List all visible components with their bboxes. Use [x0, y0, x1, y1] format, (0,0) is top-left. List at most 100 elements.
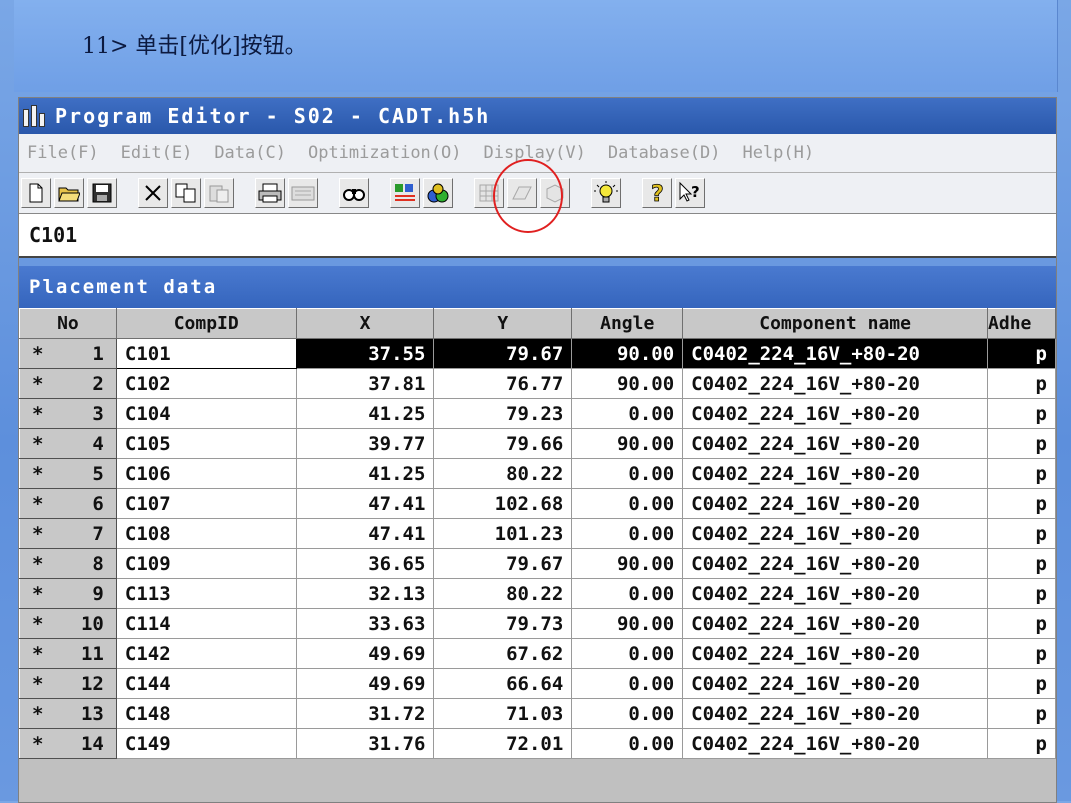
- angle-cell[interactable]: 0.00: [571, 698, 684, 729]
- y-cell[interactable]: 80.22: [433, 458, 573, 489]
- x-cell[interactable]: 31.76: [295, 728, 435, 759]
- table-row[interactable]: * 2 C102 37.81 76.77 90.00 C0402_224_16V_+80-2…: [19, 368, 1056, 399]
- compid-cell[interactable]: C106: [115, 458, 297, 489]
- adhesive-cell[interactable]: p: [987, 638, 1056, 669]
- x-cell[interactable]: 49.69: [295, 638, 435, 669]
- x-cell[interactable]: 32.13: [295, 578, 435, 609]
- angle-cell[interactable]: 0.00: [571, 728, 684, 759]
- compid-cell[interactable]: C142: [115, 638, 297, 669]
- component-name-cell[interactable]: C0402_224_16V_+80-20: [682, 368, 989, 399]
- row-number-cell[interactable]: * 5: [19, 458, 117, 489]
- compid-cell[interactable]: C109: [115, 548, 297, 579]
- angle-cell[interactable]: 90.00: [571, 428, 684, 459]
- adhesive-cell[interactable]: p: [987, 728, 1056, 759]
- menu-help[interactable]: Help(H): [742, 143, 814, 163]
- row-number-cell[interactable]: * 13: [19, 698, 117, 729]
- y-cell[interactable]: 102.68: [433, 488, 573, 519]
- angle-cell[interactable]: 0.00: [571, 638, 684, 669]
- optimize-icon[interactable]: [423, 178, 453, 208]
- adhesive-cell[interactable]: p: [987, 428, 1056, 459]
- component-name-cell[interactable]: C0402_224_16V_+80-20: [682, 608, 989, 639]
- optimize-layers-icon[interactable]: [390, 178, 420, 208]
- y-cell[interactable]: 79.66: [433, 428, 573, 459]
- table-row[interactable]: * 4 C105 39.77 79.66 90.00 C0402_224_16V_+80-2…: [19, 428, 1056, 459]
- compid-cell[interactable]: C105: [115, 428, 297, 459]
- y-cell[interactable]: 79.67: [433, 338, 573, 369]
- x-cell[interactable]: 47.41: [295, 518, 435, 549]
- x-cell[interactable]: 36.65: [295, 548, 435, 579]
- adhesive-cell[interactable]: p: [987, 368, 1056, 399]
- row-number-cell[interactable]: * 4: [19, 428, 117, 459]
- lightbulb-icon[interactable]: [591, 178, 621, 208]
- table-row[interactable]: * 1 C101 37.55 79.67 90.00 C0402_224_16V_+80-2…: [19, 338, 1056, 369]
- angle-cell[interactable]: 90.00: [571, 608, 684, 639]
- row-number-cell[interactable]: * 3: [19, 398, 117, 429]
- row-number-cell[interactable]: * 2: [19, 368, 117, 399]
- compid-cell[interactable]: C144: [115, 668, 297, 699]
- table-row[interactable]: * 9 C113 32.13 80.22 0.00 C0402_224_16V_+80-20…: [19, 578, 1056, 609]
- row-number-cell[interactable]: * 6: [19, 488, 117, 519]
- copy-icon[interactable]: [171, 178, 201, 208]
- context-help-icon[interactable]: ?: [675, 178, 705, 208]
- angle-cell[interactable]: 0.00: [571, 518, 684, 549]
- y-cell[interactable]: 79.73: [433, 608, 573, 639]
- col-header-component-name[interactable]: Component name: [682, 308, 989, 339]
- col-header-no[interactable]: No: [19, 308, 117, 339]
- row-number-cell[interactable]: * 7: [19, 518, 117, 549]
- x-cell[interactable]: 49.69: [295, 668, 435, 699]
- table-row[interactable]: * 10 C114 33.63 79.73 90.00 C0402_224_16V_+80-…: [19, 608, 1056, 639]
- new-file-icon[interactable]: [21, 178, 51, 208]
- y-cell[interactable]: 79.67: [433, 548, 573, 579]
- table-row[interactable]: * 6 C107 47.41 102.68 0.00 C0402_224_16V_+80-2…: [19, 488, 1056, 519]
- compid-cell[interactable]: C104: [115, 398, 297, 429]
- angle-cell[interactable]: 90.00: [571, 548, 684, 579]
- row-number-cell[interactable]: * 8: [19, 548, 117, 579]
- menu-optimization[interactable]: Optimization(O): [308, 143, 462, 163]
- compid-cell[interactable]: C114: [115, 608, 297, 639]
- row-number-cell[interactable]: * 11: [19, 638, 117, 669]
- component-name-cell[interactable]: C0402_224_16V_+80-20: [682, 578, 989, 609]
- angle-cell[interactable]: 90.00: [571, 338, 684, 369]
- col-header-angle[interactable]: Angle: [571, 308, 684, 339]
- current-component-field[interactable]: C101: [19, 213, 1056, 258]
- row-number-cell[interactable]: * 10: [19, 608, 117, 639]
- x-cell[interactable]: 37.55: [295, 338, 435, 369]
- compid-cell[interactable]: C148: [115, 698, 297, 729]
- table-row[interactable]: * 11 C142 49.69 67.62 0.00 C0402_224_16V_+80-2…: [19, 638, 1056, 669]
- table-row[interactable]: * 12 C144 49.69 66.64 0.00 C0402_224_16V_+80-2…: [19, 668, 1056, 699]
- x-cell[interactable]: 41.25: [295, 458, 435, 489]
- angle-cell[interactable]: 0.00: [571, 488, 684, 519]
- component-name-cell[interactable]: C0402_224_16V_+80-20: [682, 548, 989, 579]
- table-row[interactable]: * 5 C106 41.25 80.22 0.00 C0402_224_16V_+80-20…: [19, 458, 1056, 489]
- y-cell[interactable]: 66.64: [433, 668, 573, 699]
- row-number-cell[interactable]: * 9: [19, 578, 117, 609]
- y-cell[interactable]: 79.23: [433, 398, 573, 429]
- col-header-compid[interactable]: CompID: [115, 308, 297, 339]
- component-name-cell[interactable]: C0402_224_16V_+80-20: [682, 458, 989, 489]
- y-cell[interactable]: 80.22: [433, 578, 573, 609]
- compid-cell[interactable]: C108: [115, 518, 297, 549]
- component-name-cell[interactable]: C0402_224_16V_+80-20: [682, 638, 989, 669]
- y-cell[interactable]: 76.77: [433, 368, 573, 399]
- compid-cell[interactable]: C113: [115, 578, 297, 609]
- x-cell[interactable]: 41.25: [295, 398, 435, 429]
- y-cell[interactable]: 71.03: [433, 698, 573, 729]
- y-cell[interactable]: 72.01: [433, 728, 573, 759]
- table-row[interactable]: * 3 C104 41.25 79.23 0.00 C0402_224_16V_+80-20…: [19, 398, 1056, 429]
- adhesive-cell[interactable]: p: [987, 338, 1056, 369]
- adhesive-cell[interactable]: p: [987, 458, 1056, 489]
- component-name-cell[interactable]: C0402_224_16V_+80-20: [682, 728, 989, 759]
- compid-cell[interactable]: C149: [115, 728, 297, 759]
- x-cell[interactable]: 39.77: [295, 428, 435, 459]
- component-name-cell[interactable]: C0402_224_16V_+80-20: [682, 518, 989, 549]
- cut-icon[interactable]: [138, 178, 168, 208]
- col-header-x[interactable]: X: [295, 308, 435, 339]
- x-cell[interactable]: 37.81: [295, 368, 435, 399]
- angle-cell[interactable]: 90.00: [571, 368, 684, 399]
- x-cell[interactable]: 31.72: [295, 698, 435, 729]
- y-cell[interactable]: 101.23: [433, 518, 573, 549]
- menu-file[interactable]: File(F): [27, 143, 99, 163]
- x-cell[interactable]: 47.41: [295, 488, 435, 519]
- x-cell[interactable]: 33.63: [295, 608, 435, 639]
- adhesive-cell[interactable]: p: [987, 398, 1056, 429]
